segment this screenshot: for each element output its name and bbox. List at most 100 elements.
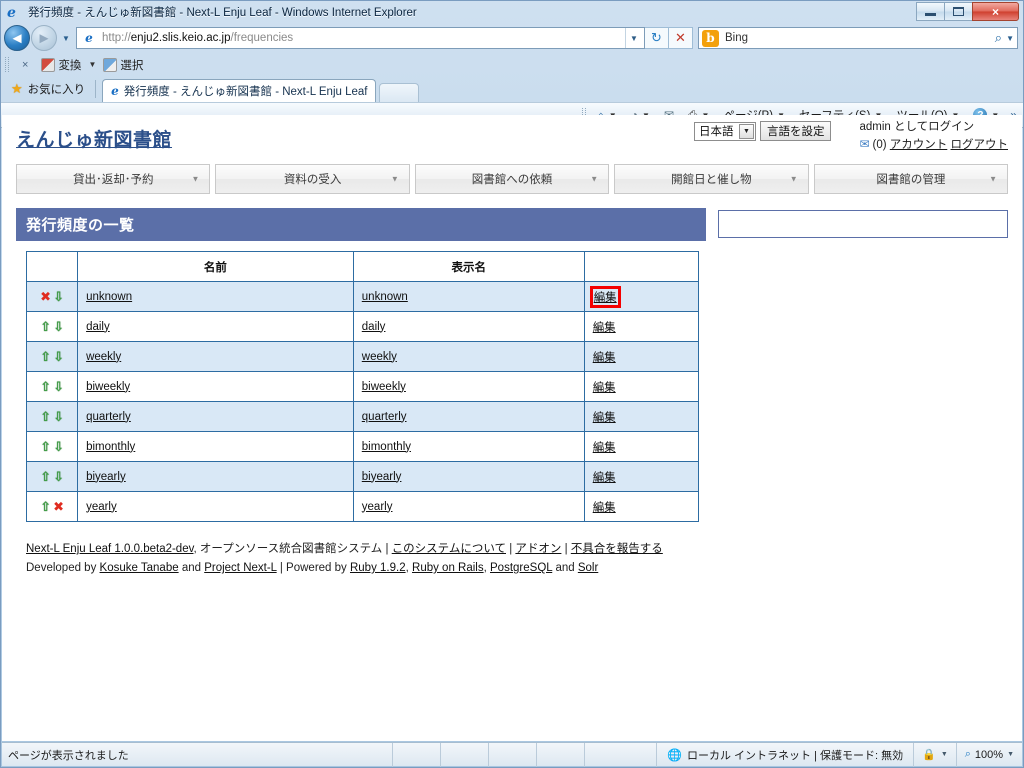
- move-up-icon[interactable]: ⇧: [39, 470, 52, 483]
- delete-icon[interactable]: ✖: [39, 290, 52, 303]
- close-button[interactable]: ×: [972, 2, 1019, 21]
- comma: ,: [405, 562, 409, 574]
- edit-link[interactable]: 編集: [593, 442, 616, 454]
- move-up-icon[interactable]: ⇧: [39, 350, 52, 363]
- envelope-icon[interactable]: ✉: [859, 137, 869, 151]
- move-down-icon[interactable]: ⇩: [52, 380, 65, 393]
- postgresql-link[interactable]: PostgreSQL: [490, 562, 552, 574]
- move-down-icon[interactable]: ⇩: [52, 290, 65, 303]
- lock-icon: 🔒: [922, 749, 936, 761]
- zoom-control[interactable]: ⌕ 100% ▼: [955, 742, 1022, 767]
- edit-link[interactable]: 編集: [593, 502, 616, 514]
- edit-link[interactable]: 編集: [593, 322, 616, 334]
- sidebar-panel[interactable]: [718, 210, 1008, 238]
- new-tab-button[interactable]: [379, 83, 420, 102]
- app-version-link[interactable]: Next-L Enju Leaf 1.0.0.beta2-dev: [26, 543, 194, 555]
- account-link[interactable]: アカウント: [890, 139, 948, 151]
- convert-button[interactable]: 変換: [37, 56, 85, 74]
- restore-button[interactable]: [944, 2, 973, 21]
- rails-link[interactable]: Ruby on Rails: [412, 562, 484, 574]
- edit-link[interactable]: 編集: [594, 292, 617, 304]
- convert-dropdown-icon[interactable]: ▼: [88, 60, 96, 69]
- main-navigation: 貸出･返却･予約 ▼ 資料の受入 ▼ 図書館への依頼 ▼ 開館日と催し物 ▼ 図…: [16, 164, 1009, 194]
- edit-link[interactable]: 編集: [593, 352, 616, 364]
- logout-link[interactable]: ログアウト: [951, 139, 1009, 151]
- move-down-icon[interactable]: ⇩: [52, 470, 65, 483]
- frequency-display-name-link[interactable]: yearly: [362, 501, 393, 513]
- toolbar-close-icon[interactable]: ×: [16, 59, 34, 71]
- report-bug-link[interactable]: 不具合を報告する: [571, 543, 663, 555]
- language-select[interactable]: 日本語 ▼: [693, 121, 756, 141]
- move-up-icon[interactable]: ⇧: [39, 440, 52, 453]
- table-row: ⇧ ⇩ quarterly quarterly 編集: [25, 401, 700, 432]
- frequency-name-link[interactable]: yearly: [86, 501, 117, 513]
- toolbar-grip[interactable]: [5, 57, 9, 72]
- delete-icon[interactable]: ✖: [52, 500, 65, 513]
- frequency-display-name-link[interactable]: quarterly: [362, 411, 407, 423]
- frequency-name-link[interactable]: weekly: [86, 351, 121, 363]
- back-button[interactable]: ◄: [4, 25, 30, 51]
- privacy-button[interactable]: 🔒 ▼: [913, 742, 956, 767]
- favorites-button[interactable]: ★ お気に入り: [7, 78, 95, 102]
- security-zone[interactable]: 🌐 ローカル イントラネット | 保護モード: 無効: [656, 742, 913, 767]
- minimize-button[interactable]: [916, 2, 945, 21]
- address-url: http://enju2.slis.keio.ac.jp/frequencies: [102, 32, 625, 44]
- nav-item-acquisition[interactable]: 資料の受入 ▼: [215, 164, 410, 194]
- set-language-button[interactable]: 言語を設定: [759, 121, 832, 141]
- move-down-icon[interactable]: ⇩: [52, 320, 65, 333]
- frequency-display-name-link[interactable]: biyearly: [362, 471, 402, 483]
- search-input[interactable]: b Bing ⌕ ▼: [698, 27, 1018, 49]
- nav-item-circulation[interactable]: 貸出･返却･予約 ▼: [16, 164, 211, 194]
- edit-link[interactable]: 編集: [593, 382, 616, 394]
- move-up-icon[interactable]: ⇧: [39, 320, 52, 333]
- developer-link-tanabe[interactable]: Kosuke Tanabe: [100, 562, 179, 574]
- address-input[interactable]: e http://enju2.slis.keio.ac.jp/frequenci…: [76, 27, 645, 49]
- move-down-icon[interactable]: ⇩: [52, 440, 65, 453]
- addon-link[interactable]: アドオン: [515, 543, 561, 555]
- chevron-down-icon[interactable]: ▼: [1007, 751, 1014, 758]
- move-up-icon[interactable]: ⇧: [39, 380, 52, 393]
- solr-link[interactable]: Solr: [578, 562, 598, 574]
- project-next-l-link[interactable]: Project Next-L: [204, 562, 276, 574]
- site-title-link[interactable]: えんじゅ新図書館: [16, 125, 172, 152]
- history-dropdown-icon[interactable]: ▼: [59, 34, 73, 43]
- search-provider-label: Bing: [725, 32, 749, 44]
- edit-link[interactable]: 編集: [593, 412, 616, 424]
- frequency-name-link[interactable]: unknown: [86, 291, 132, 303]
- nav-item-administration[interactable]: 図書館の管理 ▼: [813, 164, 1009, 194]
- frequency-display-name-link[interactable]: bimonthly: [362, 441, 411, 453]
- frequency-name-link[interactable]: biweekly: [86, 381, 130, 393]
- frequency-display-name-link[interactable]: daily: [362, 321, 386, 333]
- forward-button[interactable]: ►: [31, 25, 57, 51]
- frequency-display-name-link[interactable]: biweekly: [362, 381, 406, 393]
- chevron-down-icon[interactable]: ▼: [941, 751, 948, 758]
- frequency-display-name-link[interactable]: unknown: [362, 291, 408, 303]
- search-dropdown-icon[interactable]: ▼: [1006, 34, 1014, 43]
- chevron-down-icon[interactable]: ▼: [738, 123, 754, 139]
- frequency-name-link[interactable]: daily: [86, 321, 110, 333]
- edit-link[interactable]: 編集: [593, 472, 616, 484]
- nav-item-requests[interactable]: 図書館への依頼 ▼: [414, 164, 610, 194]
- status-cells: [392, 742, 632, 767]
- refresh-button[interactable]: ↻: [645, 27, 669, 49]
- address-dropdown-icon[interactable]: ▼: [625, 28, 642, 48]
- ruby-link[interactable]: Ruby 1.9.2: [350, 562, 406, 574]
- frequency-name-link[interactable]: bimonthly: [86, 441, 135, 453]
- move-up-icon[interactable]: ⇧: [39, 410, 52, 423]
- nav-item-events[interactable]: 開館日と催し物 ▼: [614, 164, 809, 194]
- stop-button[interactable]: ✕: [669, 27, 693, 49]
- row-edit-cell: 編集: [583, 461, 700, 492]
- page-viewport: えんじゅ新図書館 日本語 ▼ 言語を設定 admin としてログイン ✉ (0) …: [2, 115, 1022, 741]
- about-link[interactable]: このシステムについて: [392, 543, 506, 555]
- move-down-icon[interactable]: ⇩: [52, 410, 65, 423]
- row-controls: ⇧ ⇩: [25, 341, 79, 372]
- browser-tab[interactable]: e 発行頻度 - えんじゅ新図書館 - Next-L Enju Leaf: [102, 79, 377, 102]
- move-down-icon[interactable]: ⇩: [52, 350, 65, 363]
- account-links-row: ✉ (0) アカウント ログアウト: [859, 136, 1008, 154]
- frequency-display-name-link[interactable]: weekly: [362, 351, 397, 363]
- search-icon[interactable]: ⌕: [995, 30, 1002, 46]
- frequency-name-link[interactable]: biyearly: [86, 471, 126, 483]
- move-up-icon[interactable]: ⇧: [39, 500, 52, 513]
- select-button[interactable]: 選択: [99, 56, 147, 74]
- frequency-name-link[interactable]: quarterly: [86, 411, 131, 423]
